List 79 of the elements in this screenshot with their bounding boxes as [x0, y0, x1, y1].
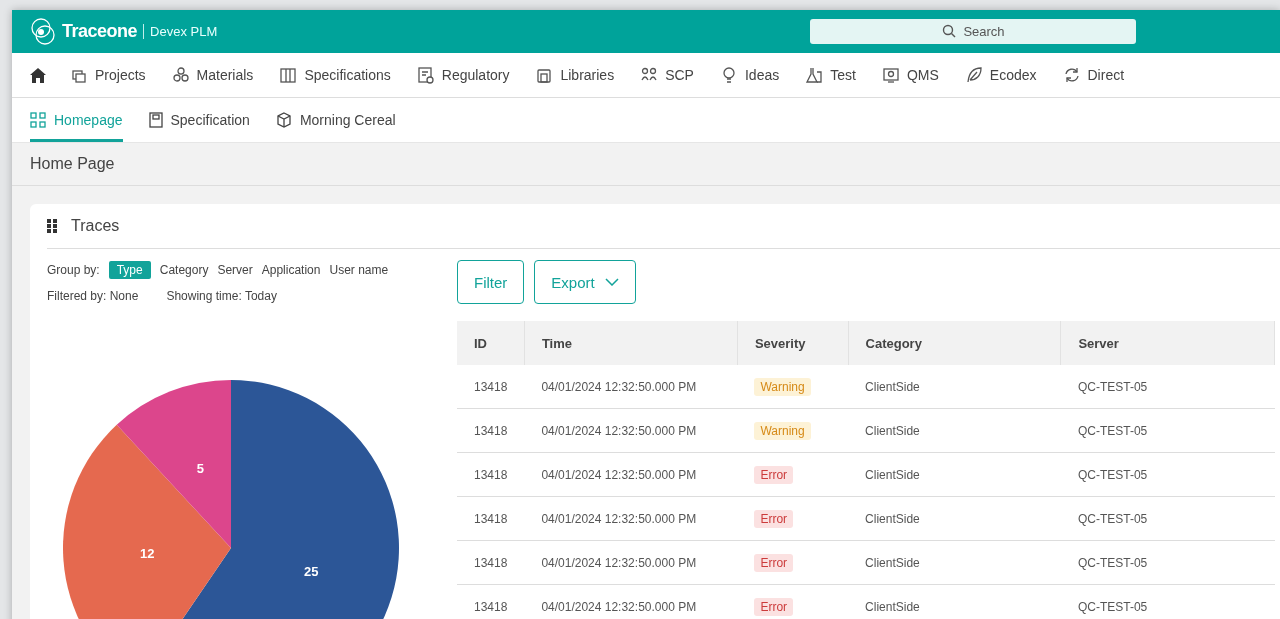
slice-label: 25	[304, 564, 319, 580]
table-cell: QC-TEST-05	[1060, 408, 1275, 453]
nav-item[interactable]: Projects	[70, 66, 146, 84]
table-cell: 13418	[457, 365, 525, 409]
slice-label: 5	[196, 461, 204, 477]
nav-item[interactable]: Libraries	[535, 66, 615, 84]
nav-item[interactable]: Materials	[171, 66, 254, 84]
time-range: Showing time: Today	[166, 289, 277, 303]
table-cell: QC-TEST-05	[1060, 540, 1275, 585]
severity-badge: Error	[754, 509, 794, 528]
nav-item[interactable]: Regulatory	[416, 66, 510, 84]
slice-label: 12	[140, 545, 155, 561]
logo-icon	[28, 16, 58, 47]
tab[interactable]: Specification	[148, 98, 250, 142]
table-cell: QC-TEST-05	[1060, 584, 1275, 619]
column-header[interactable]: Server	[1060, 321, 1275, 365]
table-cell: 04/01/2024 12:32:50.000 PM	[524, 365, 738, 409]
filter-status: Filtered by: None	[47, 289, 139, 303]
table-cell: 04/01/2024 12:32:50.000 PM	[524, 452, 738, 497]
severity-badge: Error	[754, 553, 794, 572]
severity-badge: Warning	[754, 377, 811, 396]
search-icon	[942, 24, 956, 38]
table-cell: 13418	[457, 540, 525, 585]
table-cell: 13418	[457, 452, 525, 497]
table-cell: QC-TEST-05	[1060, 452, 1275, 497]
column-header[interactable]: Category	[848, 321, 1061, 365]
column-header[interactable]: Severity	[737, 321, 849, 365]
severity-badge: Warning	[754, 421, 811, 440]
nav-item[interactable]: SCP	[640, 66, 694, 84]
document-icon	[148, 112, 163, 128]
nav-item[interactable]: Direct	[1062, 66, 1125, 84]
nav-item-icon	[416, 66, 435, 84]
group-by-option[interactable]: User name	[329, 261, 389, 279]
severity-badge: Error	[754, 465, 794, 484]
nav-item[interactable]: Specifications	[279, 66, 391, 84]
table-cell: ClientSide	[848, 452, 1061, 497]
nav-item-icon	[881, 66, 900, 84]
table-cell: ClientSide	[848, 584, 1061, 619]
page-title: Home Page	[30, 155, 115, 173]
nav-item-icon	[805, 66, 824, 84]
nav-item-icon	[171, 66, 190, 84]
column-header[interactable]: Time	[524, 321, 738, 365]
nav-item[interactable]: Ecodex	[964, 66, 1037, 84]
group-by-option[interactable]: Server	[217, 261, 253, 279]
product-name: Devex PLM	[143, 24, 218, 39]
nav-item[interactable]: Test	[805, 66, 856, 84]
nav-item-icon	[279, 66, 298, 84]
brand-name: Traceone	[62, 21, 138, 42]
search-field[interactable]: Search	[810, 19, 1136, 44]
severity-badge: Error	[754, 597, 794, 616]
table-cell: ClientSide	[848, 408, 1061, 453]
column-header[interactable]: ID	[457, 321, 525, 365]
table-cell: 04/01/2024 12:32:50.000 PM	[524, 540, 738, 585]
tab[interactable]: Morning Cereal	[275, 98, 396, 142]
card-title: Traces	[71, 217, 120, 235]
table-cell: 13418	[457, 496, 525, 541]
nav-item-icon	[535, 66, 554, 84]
group-by-option[interactable]: Category	[159, 261, 209, 279]
grid-icon	[30, 112, 46, 128]
table-cell: 04/01/2024 12:32:50.000 PM	[524, 584, 738, 619]
chevron-down-icon	[604, 278, 619, 286]
home-icon[interactable]	[30, 67, 46, 83]
drag-handle-icon[interactable]	[47, 219, 57, 233]
group-by-option[interactable]: Application	[261, 261, 321, 279]
nav-item-icon	[1062, 66, 1081, 84]
nav-item-icon	[964, 66, 983, 84]
table-cell: 13418	[457, 584, 525, 619]
table-cell: ClientSide	[848, 540, 1061, 585]
table-cell: 13418	[457, 408, 525, 453]
table-cell: ClientSide	[848, 496, 1061, 541]
table-cell: ClientSide	[848, 365, 1061, 409]
group-by-label: Group by:	[47, 263, 100, 277]
table-cell: 04/01/2024 12:32:50.000 PM	[524, 496, 738, 541]
table-cell: QC-TEST-05	[1060, 365, 1275, 409]
table-cell: 04/01/2024 12:32:50.000 PM	[524, 408, 738, 453]
table-cell: QC-TEST-05	[1060, 496, 1275, 541]
cube-icon	[275, 112, 292, 128]
nav-item[interactable]: Ideas	[719, 66, 780, 84]
nav-item[interactable]: QMS	[881, 66, 939, 84]
